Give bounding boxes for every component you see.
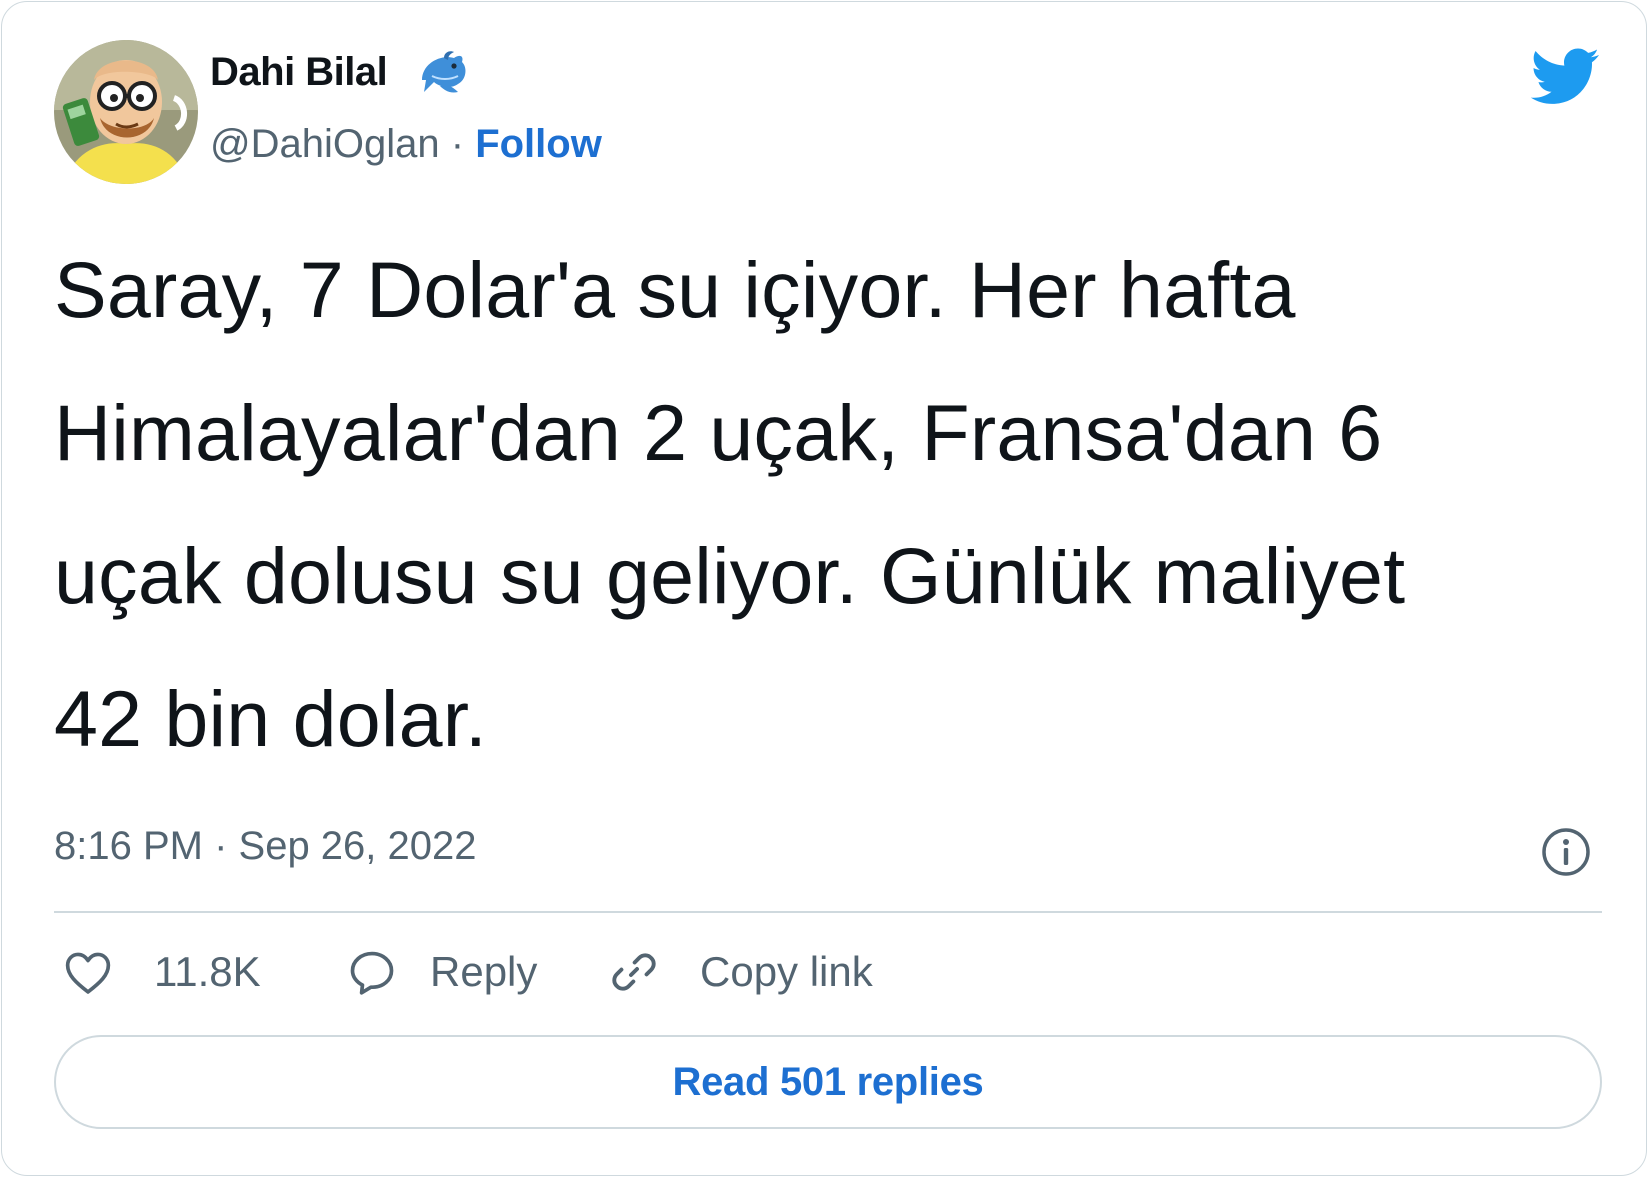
handle-row: @DahiOglan · Follow xyxy=(210,122,602,167)
separator: · xyxy=(450,122,465,166)
like-button[interactable]: 11.8K xyxy=(62,944,261,1000)
like-count: 11.8K xyxy=(154,948,261,995)
reply-button[interactable]: Reply xyxy=(346,944,537,1000)
author-name[interactable]: Dahi Bilal xyxy=(210,50,388,95)
follow-button[interactable]: Follow xyxy=(475,122,602,166)
read-replies-label: Read 501 replies xyxy=(672,1059,984,1104)
heart-icon xyxy=(62,946,114,998)
twitter-bird-icon[interactable] xyxy=(1528,46,1600,108)
reply-label: Reply xyxy=(430,948,538,995)
copy-link-label: Copy link xyxy=(700,948,873,995)
dolphin-icon xyxy=(414,46,470,102)
tweet-line: Saray, 7 Dolar'a su içiyor. Her hafta xyxy=(54,245,1296,334)
info-icon[interactable] xyxy=(1538,824,1594,880)
tweet-text: Saray, 7 Dolar'a su içiyor. Her hafta Hi… xyxy=(54,218,1614,790)
tweet-card: Dahi Bilal @DahiOglan · Follow Saray, 7 … xyxy=(1,1,1647,1176)
author-handle[interactable]: @DahiOglan xyxy=(210,122,440,166)
author-avatar[interactable] xyxy=(54,40,198,184)
copy-link-button[interactable]: Copy link xyxy=(608,944,873,1000)
link-icon xyxy=(608,946,660,998)
divider xyxy=(54,911,1602,913)
speech-bubble-icon xyxy=(346,946,398,998)
tweet-line: Himalayalar'dan 2 uçak, Fransa'dan 6 xyxy=(54,388,1383,477)
read-replies-button[interactable]: Read 501 replies xyxy=(54,1035,1602,1129)
tweet-line: 42 bin dolar. xyxy=(54,674,488,763)
cartoon-avatar-icon xyxy=(54,40,198,184)
tweet-line: uçak dolusu su geliyor. Günlük maliyet xyxy=(54,531,1406,620)
tweet-timestamp[interactable]: 8:16 PM · Sep 26, 2022 xyxy=(54,824,477,869)
